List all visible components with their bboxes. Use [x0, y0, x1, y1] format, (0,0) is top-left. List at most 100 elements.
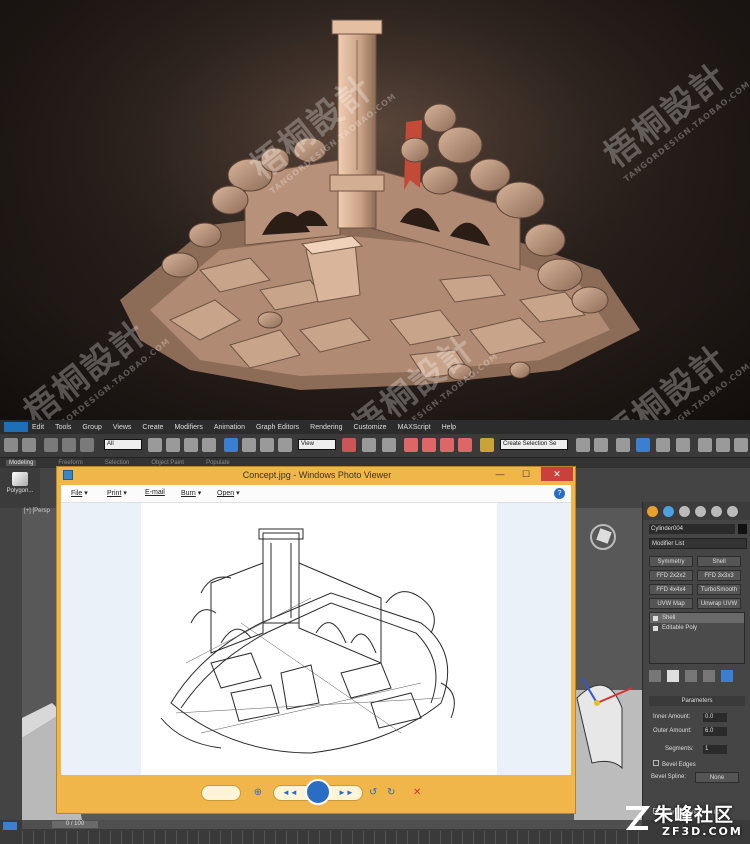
curve-editor-icon[interactable]	[656, 438, 670, 452]
menu-views[interactable]: Views	[113, 424, 132, 431]
schematic-view-icon[interactable]	[676, 438, 690, 452]
rect-selection-icon[interactable]	[184, 438, 198, 452]
menu-graph-editors[interactable]: Graph Editors	[256, 424, 299, 431]
percent-snap-icon[interactable]	[440, 438, 454, 452]
material-editor-icon[interactable]	[698, 438, 712, 452]
modify-tab-icon[interactable]	[663, 505, 674, 517]
photo-viewer-titlebar[interactable]: Concept.jpg - Windows Photo Viewer — ☐ ✕	[57, 467, 577, 485]
close-button[interactable]: ✕	[541, 467, 573, 481]
time-slider-knob[interactable]: 0 / 100	[52, 821, 98, 828]
graphite-ribbon-icon[interactable]	[636, 438, 650, 452]
next-icon[interactable]: ►►	[338, 788, 354, 797]
modifier-button-ffd333[interactable]: FFD 3x3x3	[697, 570, 741, 581]
previous-icon[interactable]: ◄◄	[282, 788, 298, 797]
menu-tools[interactable]: Tools	[55, 424, 71, 431]
stack-item-editable-poly[interactable]: Editable Poly	[650, 623, 744, 633]
menu-customize[interactable]: Customize	[353, 424, 386, 431]
menu-modifiers[interactable]: Modifiers	[174, 424, 202, 431]
select-by-name-icon[interactable]	[166, 438, 180, 452]
remove-modifier-icon[interactable]	[703, 670, 715, 682]
menu-file[interactable]: File ▾	[71, 489, 88, 497]
select-manipulate-icon[interactable]	[362, 438, 376, 452]
modifier-button-unwrap-uvw[interactable]: Unwrap UVW	[697, 598, 741, 609]
menu-burn[interactable]: Burn ▾	[181, 489, 201, 497]
modifier-button-ffd444[interactable]: FFD 4x4x4	[649, 584, 693, 595]
bevel-edges-checkbox[interactable]: Bevel Edges	[653, 760, 696, 768]
utilities-tab-icon[interactable]	[727, 505, 738, 517]
delete-icon[interactable]: ✕	[413, 785, 427, 801]
modifier-button-shell[interactable]: Shell	[697, 556, 741, 567]
redo-icon[interactable]	[22, 438, 36, 452]
slideshow-icon[interactable]	[305, 779, 331, 805]
param-outer-amount-field[interactable]: 6.0	[703, 727, 727, 736]
menu-group[interactable]: Group	[82, 424, 101, 431]
menu-animation[interactable]: Animation	[214, 424, 245, 431]
show-end-result-icon[interactable]	[667, 670, 679, 682]
mirror-icon[interactable]	[576, 438, 590, 452]
mini-curve-editor-icon[interactable]	[3, 822, 17, 830]
viewcube-icon[interactable]	[590, 524, 616, 550]
rotate-ccw-icon[interactable]: ↺	[369, 785, 383, 801]
undo-icon[interactable]	[4, 438, 18, 452]
move-icon[interactable]	[224, 438, 238, 452]
modifier-button-symmetry[interactable]: Symmetry	[649, 556, 693, 567]
spinner-snap-icon[interactable]	[458, 438, 472, 452]
menu-rendering[interactable]: Rendering	[310, 424, 342, 431]
tab-modeling[interactable]: Modeling	[6, 460, 37, 466]
configure-modifier-sets-icon[interactable]	[721, 670, 733, 682]
render-icon[interactable]	[734, 438, 748, 452]
modifier-list-dropdown[interactable]: Modifier List	[649, 538, 747, 549]
menu-print[interactable]: Print ▾	[107, 489, 127, 497]
motion-tab-icon[interactable]	[695, 505, 706, 517]
viewport-label[interactable]: [+] [Persp	[24, 508, 50, 514]
select-object-icon[interactable]	[148, 438, 162, 452]
menu-edit[interactable]: Edit	[32, 424, 44, 431]
layer-manager-icon[interactable]	[616, 438, 630, 452]
track-bar[interactable]	[22, 831, 642, 844]
modifier-button-uvw-map[interactable]: UVW Map	[649, 598, 693, 609]
bind-spacewarp-icon[interactable]	[80, 438, 94, 452]
snaps-toggle-icon[interactable]	[404, 438, 418, 452]
align-icon[interactable]	[594, 438, 608, 452]
maximize-button[interactable]: ☐	[513, 467, 539, 481]
select-place-icon[interactable]	[278, 438, 292, 452]
create-tab-icon[interactable]	[647, 505, 658, 517]
time-slider[interactable]: 0 / 100	[22, 820, 642, 829]
hierarchy-tab-icon[interactable]	[679, 505, 690, 517]
polygon-modeling-button[interactable]: Polygon...	[4, 472, 36, 504]
make-unique-icon[interactable]	[685, 670, 697, 682]
menu-create[interactable]: Create	[142, 424, 163, 431]
zoom-icon[interactable]	[201, 785, 241, 801]
bevel-spline-button[interactable]: None	[695, 772, 739, 783]
minimize-button[interactable]: —	[487, 467, 513, 481]
scale-icon[interactable]	[260, 438, 274, 452]
actual-size-icon[interactable]: ⊕	[249, 785, 267, 801]
param-inner-amount-field[interactable]: 0.0	[703, 713, 727, 722]
named-selection-select[interactable]: Create Selection Se	[500, 439, 568, 450]
selection-filter-select[interactable]: All	[104, 439, 142, 450]
link-icon[interactable]	[44, 438, 58, 452]
stack-item-shell[interactable]: Shell	[650, 613, 744, 623]
display-tab-icon[interactable]	[711, 505, 722, 517]
help-icon[interactable]: ?	[554, 488, 565, 499]
menu-open[interactable]: Open ▾	[217, 489, 240, 497]
window-crossing-icon[interactable]	[202, 438, 216, 452]
modifier-button-turbosmooth[interactable]: TurboSmooth	[697, 584, 741, 595]
modifier-button-ffd222[interactable]: FFD 2x2x2	[649, 570, 693, 581]
object-color-swatch[interactable]	[738, 524, 747, 534]
object-name-field[interactable]: Cylinder004	[649, 524, 735, 534]
app-logo-icon[interactable]	[4, 422, 28, 432]
keyboard-shortcut-icon[interactable]	[382, 438, 396, 452]
ref-coord-select[interactable]: View	[298, 439, 336, 450]
pivot-icon[interactable]	[342, 438, 356, 452]
menu-maxscript[interactable]: MAXScript	[398, 424, 431, 431]
rotate-cw-icon[interactable]: ↻	[387, 785, 401, 801]
unlink-icon[interactable]	[62, 438, 76, 452]
rotate-icon[interactable]	[242, 438, 256, 452]
param-segments-field[interactable]: 1	[703, 745, 727, 754]
angle-snap-icon[interactable]	[422, 438, 436, 452]
parameters-rollout-header[interactable]: Parameters	[649, 696, 745, 706]
menu-help[interactable]: Help	[442, 424, 456, 431]
pin-stack-icon[interactable]	[649, 670, 661, 682]
menu-email[interactable]: E-mail	[145, 489, 165, 496]
